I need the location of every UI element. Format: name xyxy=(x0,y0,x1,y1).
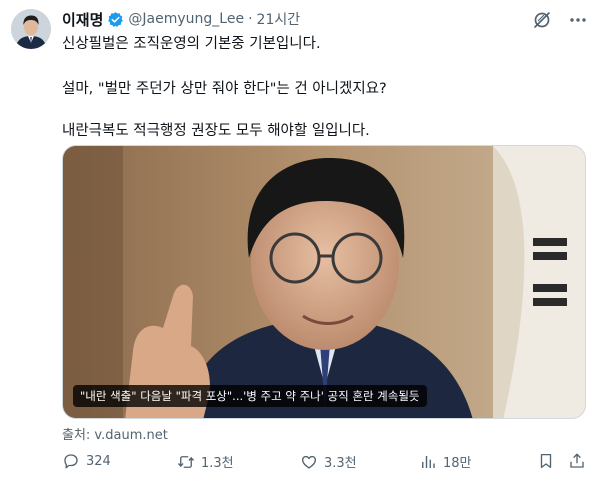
bookmark-button[interactable] xyxy=(537,452,555,470)
author-handle[interactable]: @Jaemyung_Lee xyxy=(128,11,244,27)
share-button[interactable] xyxy=(568,452,586,470)
avatar[interactable] xyxy=(11,9,51,49)
media-card-image[interactable]: "내란 색출" 다음날 "파격 포상"...'병 주고 약 주나' 공직 혼란 … xyxy=(62,145,586,419)
share-icon xyxy=(570,453,584,468)
more-dots-icon[interactable] xyxy=(568,10,588,30)
tweet-text-line: 신상필벌은 조직운영의 기본중 기본입니다. xyxy=(62,36,321,52)
link-source[interactable]: 출처: v.daum.net xyxy=(62,424,168,443)
retweet-icon xyxy=(177,455,195,468)
views-button[interactable]: 18만 xyxy=(419,452,472,471)
tweet-timestamp[interactable]: 21시간 xyxy=(257,9,301,29)
media-caption: "내란 색출" 다음날 "파격 포상"...'병 주고 약 주나' 공직 혼란 … xyxy=(73,385,427,407)
views-count: 18만 xyxy=(443,456,472,471)
tweet-text-line: 설마, "벌만 주던가 상만 줘야 한다"는 건 아니겠지요? xyxy=(62,81,387,97)
tweet-text-line: 내란극복도 적극행정 권장도 모두 해야할 일입니다. xyxy=(62,123,370,139)
reply-button[interactable]: 324 xyxy=(62,452,111,470)
tweet-header: 이재명 @Jaemyung_Lee · 21시간 xyxy=(62,9,300,29)
verified-badge-icon xyxy=(107,11,124,28)
bookmark-icon xyxy=(540,453,552,469)
like-count: 3.3천 xyxy=(324,456,357,471)
reply-count: 324 xyxy=(86,453,111,469)
separator-dot: · xyxy=(248,11,253,27)
tweet-top-actions xyxy=(532,10,588,30)
reply-icon xyxy=(64,454,78,469)
tweet-action-bar: 324 1.3천 3.3천 18만 xyxy=(62,452,588,476)
grok-icon[interactable] xyxy=(532,10,552,30)
heart-icon xyxy=(301,455,317,469)
like-button[interactable]: 3.3천 xyxy=(300,452,357,471)
retweet-count: 1.3천 xyxy=(201,456,234,471)
views-chart-icon xyxy=(422,455,435,468)
retweet-button[interactable]: 1.3천 xyxy=(177,452,234,471)
author-display-name[interactable]: 이재명 xyxy=(62,9,103,30)
